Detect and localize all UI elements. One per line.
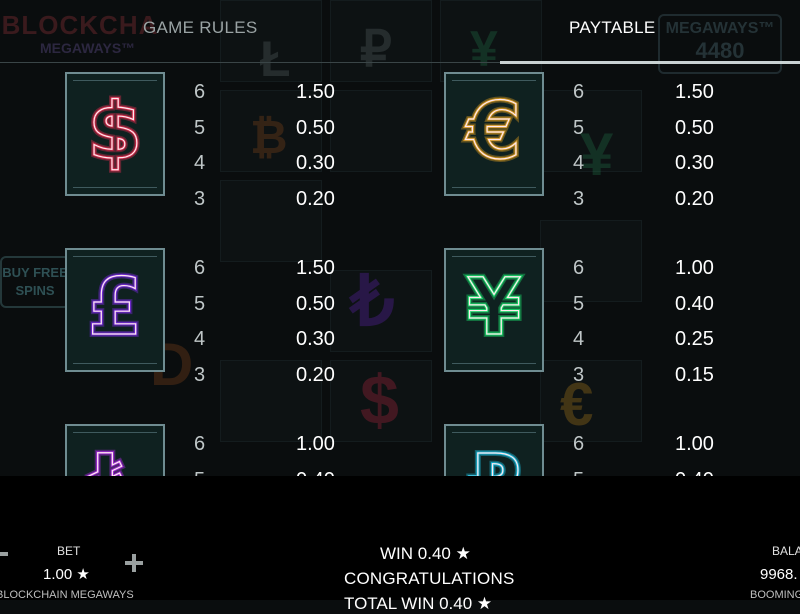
symbol-count: 5 — [194, 469, 205, 477]
payout-value: 0.40 — [675, 469, 714, 477]
payout-value: 0.40 — [296, 469, 335, 477]
payout-value: 0.40 — [675, 292, 714, 315]
symbol-count: 4 — [194, 328, 206, 350]
symbol-count: 5 — [573, 292, 585, 315]
total-win: TOTAL WIN 0.40 ★ — [344, 594, 493, 613]
payout-value: 0.15 — [675, 363, 714, 386]
payout-value: 0.30 — [296, 328, 335, 350]
symbol-count: 3 — [194, 363, 206, 386]
win-amount: WIN 0.40 ★ — [380, 544, 471, 563]
payout-value: 0.50 — [296, 116, 335, 139]
bottom-bar: BET 1.00 ★ BLOCKCHAIN MEGAWAYS WIN 0.40 … — [0, 476, 800, 613]
balance-label: BALANCE — [772, 544, 800, 558]
lira-icon: ₺₺₺ — [85, 436, 145, 476]
symbol-count: 6 — [194, 81, 206, 103]
tab-paytable[interactable]: PAYTABLE — [569, 18, 656, 38]
bet-decrease-button[interactable] — [0, 552, 8, 556]
payout-value: 1.50 — [296, 257, 335, 279]
payout-value: 0.30 — [675, 152, 714, 174]
symbol-count: 5 — [194, 292, 206, 315]
payout-value: 1.00 — [675, 433, 714, 455]
brand-logo: BOOMING — [750, 589, 800, 601]
svg-text:$: $ — [88, 87, 142, 177]
payout-value: 0.20 — [296, 363, 335, 386]
payout-value: 0.50 — [675, 116, 714, 139]
symbol-count: 5 — [194, 116, 206, 139]
pound-icon: £££ — [85, 260, 145, 356]
tab-game-rules[interactable]: GAME RULES — [143, 18, 257, 38]
yen-symbol: ¥ ¥ ¥ — [444, 248, 544, 372]
symbol-count: 4 — [573, 152, 585, 174]
svg-text:€: € — [465, 87, 521, 177]
ruble-icon: ₽₽₽ — [464, 436, 524, 476]
svg-text:¥: ¥ — [467, 263, 521, 353]
ruble-symbol: ₽₽₽ — [444, 424, 544, 476]
dollar-symbol: $ $ $ — [65, 72, 165, 196]
payout-value: 0.25 — [675, 328, 714, 350]
paytable-panel[interactable]: $ $ $ 6 1.50 5 0.50 4 0.30 3 0.20 € € € 6 1.50 5 0.50 4 0.3… — [0, 64, 800, 476]
symbol-count: 5 — [573, 116, 585, 139]
game-name: BLOCKCHAIN MEGAWAYS — [0, 589, 134, 601]
svg-text:₺: ₺ — [88, 439, 142, 476]
balance-value: 9968. — [760, 566, 798, 583]
symbol-count: 6 — [194, 433, 206, 455]
payout-value: 0.50 — [296, 292, 335, 315]
bet-value: 1.00 ★ — [43, 566, 90, 583]
symbol-count: 6 — [573, 81, 585, 103]
bet-increase-button[interactable] — [125, 554, 143, 572]
payout-value: 1.50 — [296, 81, 335, 103]
svg-text:£: £ — [88, 263, 142, 353]
symbol-count: 5 — [573, 469, 584, 477]
payout-value: 0.20 — [296, 187, 335, 210]
payout-value: 0.20 — [675, 187, 714, 210]
pound-symbol: £ £ £ — [65, 248, 165, 372]
congratulations-text: CONGRATULATIONS — [344, 569, 515, 588]
dollar-icon: $$$ — [85, 84, 145, 180]
info-tabs: GAME RULES PAYTABLE — [0, 0, 800, 64]
euro-symbol: € € € — [444, 72, 544, 196]
symbol-count: 4 — [194, 152, 206, 174]
symbol-count: 6 — [194, 257, 206, 279]
symbol-count: 3 — [573, 363, 585, 386]
bet-label: BET — [57, 544, 81, 558]
payout-value: 0.30 — [296, 152, 335, 174]
yen-icon: ¥¥¥ — [464, 260, 524, 356]
symbol-count: 6 — [573, 257, 585, 279]
lira-symbol: ₺₺₺ — [65, 424, 165, 476]
symbol-count: 4 — [573, 328, 585, 350]
symbol-count: 3 — [194, 187, 206, 210]
payout-value: 1.00 — [296, 433, 335, 455]
symbol-count: 6 — [573, 433, 585, 455]
euro-icon: €€€ — [462, 84, 524, 180]
svg-text:₽: ₽ — [467, 439, 521, 476]
symbol-count: 3 — [573, 187, 585, 210]
payout-value: 1.00 — [675, 257, 714, 279]
payout-value: 1.50 — [675, 81, 714, 103]
